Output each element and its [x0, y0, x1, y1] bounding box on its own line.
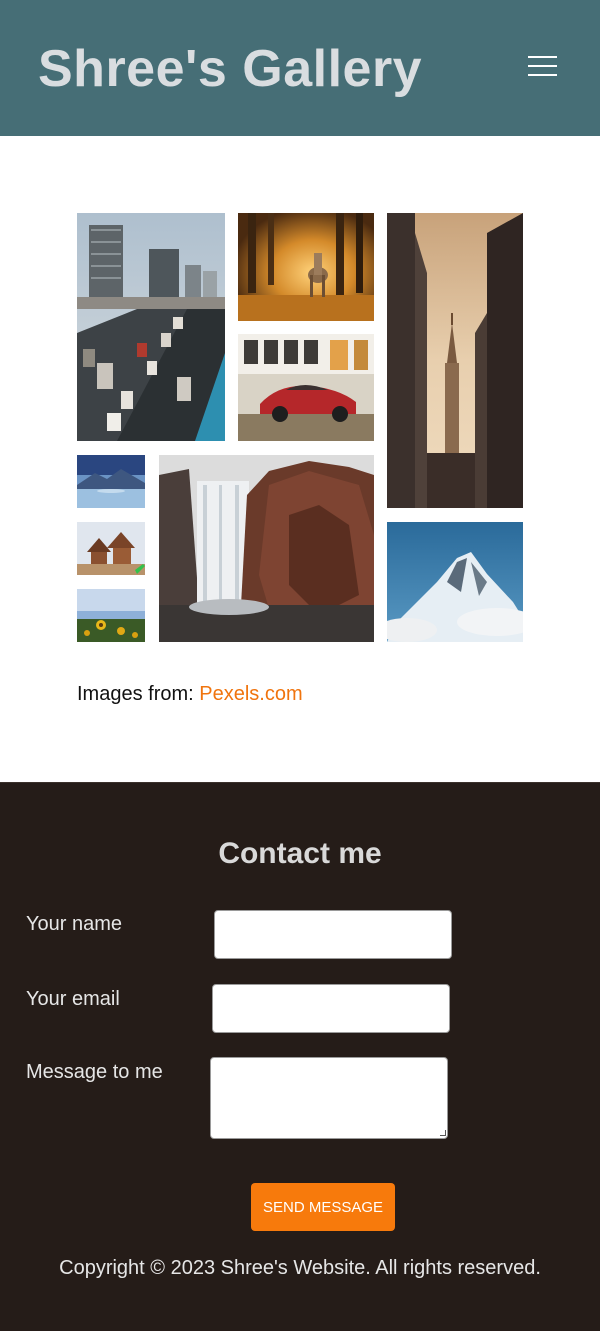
sunflowers-image [77, 589, 145, 642]
gallery-image-lake-mountains[interactable] [77, 455, 145, 508]
message-textarea[interactable] [210, 1057, 448, 1139]
resize-grip-icon[interactable] [440, 1130, 446, 1136]
site-header: Shree's Gallery [0, 0, 600, 136]
gallery-image-temple[interactable] [77, 522, 145, 575]
contact-title: Contact me [218, 837, 382, 870]
send-message-button[interactable]: SEND MESSAGE [251, 1183, 395, 1231]
city-tower-image [387, 213, 523, 508]
horse-forest-image [238, 213, 374, 321]
name-input[interactable] [214, 910, 452, 959]
site-title[interactable]: Shree's Gallery [38, 38, 422, 100]
name-label: Your name [26, 913, 122, 935]
gallery-image-red-car[interactable] [238, 334, 374, 441]
email-label: Your email [26, 988, 120, 1010]
gallery-image-sunflowers[interactable] [77, 589, 145, 642]
hamburger-menu-icon[interactable] [524, 52, 560, 80]
gallery-image-snow-peak[interactable] [387, 522, 523, 642]
copyright-text: Copyright © 2023 Shree's Website. All ri… [59, 1257, 541, 1279]
gallery-image-city-traffic[interactable] [77, 213, 225, 441]
temple-image [77, 522, 145, 575]
message-label: Message to me [26, 1061, 163, 1083]
snow-peak-image [387, 522, 523, 642]
image-credit: Images from: Pexels.com [77, 682, 303, 706]
city-traffic-image [77, 213, 225, 441]
email-input[interactable] [212, 984, 450, 1033]
pexels-link[interactable]: Pexels.com [199, 683, 302, 705]
image-credit-prefix: Images from: [77, 683, 194, 705]
waterfall-image [159, 455, 374, 642]
red-car-image [238, 334, 374, 441]
lake-mountains-image [77, 455, 145, 508]
gallery-image-horse-forest[interactable] [238, 213, 374, 321]
gallery-image-waterfall[interactable] [159, 455, 374, 642]
contact-footer: Contact me Your name Your email Message … [0, 782, 600, 1331]
gallery-image-city-tower[interactable] [387, 213, 523, 508]
